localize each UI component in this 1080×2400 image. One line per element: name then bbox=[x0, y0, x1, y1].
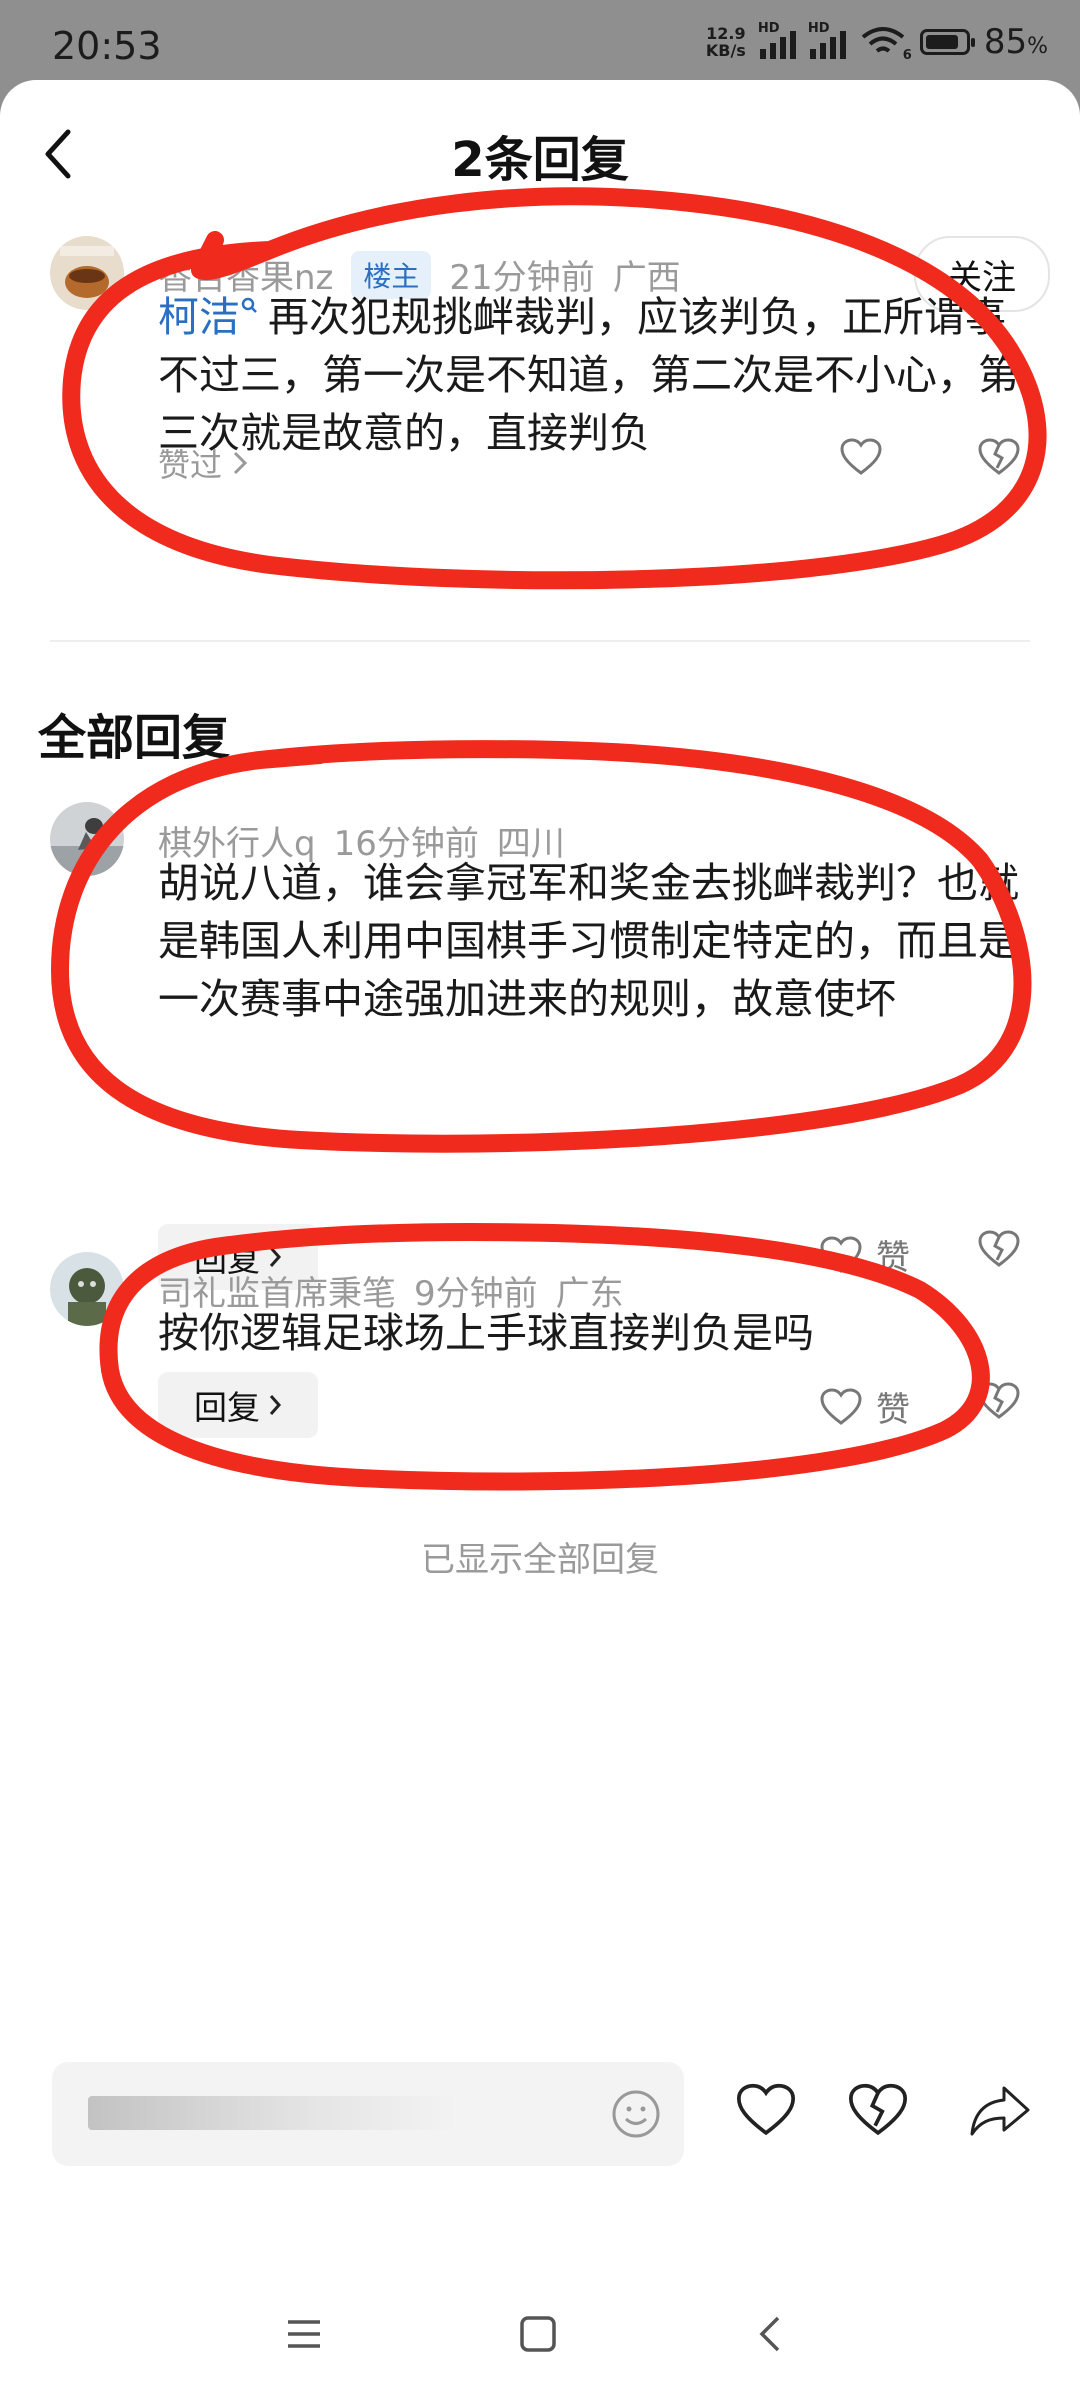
battery-icon bbox=[919, 29, 975, 55]
like-button[interactable] bbox=[840, 438, 882, 476]
dislike-button[interactable] bbox=[978, 1382, 1020, 1424]
emoji-smile-icon bbox=[612, 2090, 660, 2138]
heart-outline-icon bbox=[840, 438, 882, 475]
all-replies-shown: 已显示全部回复 bbox=[421, 1540, 659, 1580]
signal-icon: HD bbox=[758, 21, 796, 59]
battery-percent: 85% bbox=[983, 22, 1048, 62]
like-bar-button[interactable] bbox=[736, 2082, 796, 2142]
home-button[interactable] bbox=[518, 2314, 558, 2358]
menu-icon bbox=[288, 2320, 320, 2348]
mention-link[interactable]: 柯洁 bbox=[158, 293, 268, 341]
home-square-icon bbox=[520, 2316, 556, 2352]
status-bar: 20:53 12.9 KB/s HD HD 6 85% bbox=[0, 0, 1080, 92]
avatar[interactable] bbox=[50, 236, 124, 310]
wifi-icon: 6 bbox=[860, 25, 912, 63]
chevron-left-icon bbox=[759, 2316, 780, 2352]
broken-heart-icon bbox=[978, 438, 1020, 475]
reply-item: 棋外行人q 16分钟前 四川 胡说八道，谁会拿冠军和奖金去挑衅裁判？也就是韩国人… bbox=[50, 802, 1050, 1290]
input-placeholder-blurred bbox=[88, 2096, 458, 2130]
comment-text: 按你逻辑足球场上手球直接判负是吗 bbox=[158, 1309, 814, 1357]
heart-outline-icon bbox=[820, 1387, 862, 1425]
dislike-bar-button[interactable] bbox=[848, 2082, 908, 2142]
chevron-right-icon bbox=[233, 451, 248, 475]
network-speed: 12.9 KB/s bbox=[705, 24, 746, 60]
system-nav-bar bbox=[0, 2290, 1080, 2400]
nav-back-button[interactable] bbox=[752, 2314, 792, 2358]
avatar[interactable] bbox=[50, 802, 124, 876]
liked-by[interactable]: 赞过 bbox=[158, 440, 248, 486]
section-title: 全部回复 bbox=[38, 710, 231, 766]
page-title: 2条回复 bbox=[451, 132, 629, 188]
share-button[interactable] bbox=[968, 2082, 1032, 2142]
root-comment: 香百香果nz 楼主 21分钟前 广西 关注 柯洁 再次犯规挑衅裁判，应该判负，正所… bbox=[50, 236, 1050, 484]
comment-input[interactable] bbox=[52, 2062, 684, 2166]
broken-heart-icon bbox=[848, 2083, 908, 2136]
status-icons: 12.9 KB/s HD HD 6 85% bbox=[705, 21, 1048, 63]
emoji-button[interactable] bbox=[610, 2088, 662, 2144]
search-icon bbox=[241, 297, 257, 313]
status-time: 20:53 bbox=[52, 24, 162, 68]
replies-sheet: 2条回复 香百香果nz 楼主 21分钟前 广西 关注 柯洁 再次犯规挑衅裁判，应该… bbox=[0, 80, 1080, 2400]
avatar[interactable] bbox=[50, 1252, 124, 1326]
chevron-right-icon bbox=[269, 1395, 282, 1415]
reply-button[interactable]: 回复 bbox=[158, 1372, 318, 1438]
like-button[interactable]: 赞 bbox=[820, 1382, 910, 1431]
menu-button[interactable] bbox=[284, 2314, 324, 2358]
divider bbox=[50, 640, 1030, 642]
dislike-button[interactable] bbox=[978, 438, 1020, 480]
share-arrow-icon bbox=[970, 2086, 1030, 2136]
wifi-badge: 6 bbox=[902, 48, 912, 63]
comment-text: 胡说八道，谁会拿冠军和奖金去挑衅裁判？也就是韩国人利用中国棋手习惯制定特定的，而… bbox=[158, 859, 1019, 1023]
broken-heart-icon bbox=[978, 1382, 1020, 1419]
signal-icon-2: HD bbox=[808, 21, 846, 59]
heart-outline-icon bbox=[736, 2083, 796, 2136]
comment-text: 柯洁 再次犯规挑衅裁判，应该判负，正所谓事不过三，第一次是不知道，第二次是不小心，… bbox=[158, 293, 1019, 457]
